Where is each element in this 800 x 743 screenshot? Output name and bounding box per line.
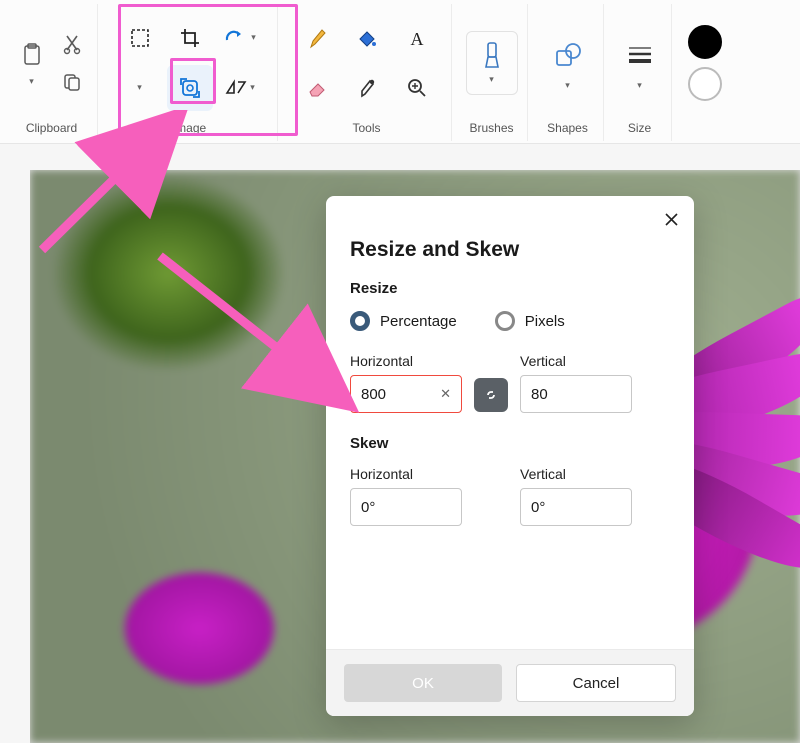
cancel-button[interactable]: Cancel — [516, 664, 676, 702]
group-size: ▾ Size — [608, 4, 672, 141]
radio-label: Pixels — [525, 313, 565, 330]
shapes-button[interactable] — [548, 35, 588, 75]
aspect-lock-button[interactable] — [474, 378, 508, 412]
skew-section-label: Skew — [350, 435, 670, 452]
group-image: ▾ ▾ ▾ Image — [102, 4, 278, 141]
text-tool[interactable]: A — [394, 15, 440, 61]
input-value: 0° — [361, 499, 375, 516]
button-label: OK — [412, 675, 434, 692]
rotate-button[interactable]: ▾ — [217, 15, 263, 61]
chevron-down-icon[interactable]: ▾ — [29, 77, 34, 86]
resize-horizontal-input[interactable]: 800 ✕ — [350, 375, 462, 413]
group-label: Tools — [352, 121, 380, 135]
select-button[interactable] — [117, 15, 163, 61]
input-value: 800 — [361, 386, 386, 403]
svg-text:A: A — [410, 29, 423, 48]
group-label: Image — [173, 121, 206, 135]
group-label: Size — [628, 121, 651, 135]
resize-button[interactable] — [167, 65, 213, 111]
eraser-tool[interactable] — [294, 65, 340, 111]
ok-button[interactable]: OK — [344, 664, 502, 702]
skew-vertical-input[interactable]: 0° — [520, 488, 632, 526]
radio-pixels[interactable]: Pixels — [495, 311, 565, 331]
resize-skew-dialog: Resize and Skew Resize Percentage Pixels… — [326, 196, 694, 716]
flip-button[interactable]: ▾ — [217, 65, 263, 111]
button-label: Cancel — [573, 675, 620, 692]
group-shapes: ▾ Shapes — [532, 4, 604, 141]
group-tools: A Tools — [282, 4, 452, 141]
size-button[interactable] — [620, 35, 660, 75]
group-clipboard: ▾ Clipboard — [6, 4, 98, 141]
copy-button[interactable] — [56, 66, 88, 98]
input-value: 80 — [531, 386, 548, 403]
ribbon-toolbar: ▾ Clipboard — [0, 0, 800, 144]
group-label: Clipboard — [26, 121, 77, 135]
magnifier-tool[interactable] — [394, 65, 440, 111]
horizontal-label: Horizontal — [350, 466, 462, 482]
crop-button[interactable] — [167, 15, 213, 61]
group-label: Shapes — [547, 121, 588, 135]
color-picker-tool[interactable] — [344, 65, 390, 111]
radio-indicator-icon — [350, 311, 370, 331]
dialog-footer: OK Cancel — [326, 649, 694, 716]
horizontal-label: Horizontal — [350, 353, 462, 369]
chevron-down-icon[interactable]: ▾ — [637, 81, 642, 90]
group-label — [703, 121, 706, 135]
group-label: Brushes — [469, 121, 513, 135]
radio-label: Percentage — [380, 313, 457, 330]
skew-horizontal-input[interactable]: 0° — [350, 488, 462, 526]
select-chevron[interactable]: ▾ — [117, 65, 163, 111]
chevron-down-icon[interactable]: ▾ — [565, 81, 570, 90]
resize-vertical-input[interactable]: 80 — [520, 375, 632, 413]
fill-tool[interactable] — [344, 15, 390, 61]
close-button[interactable] — [656, 204, 686, 234]
paste-button[interactable] — [16, 39, 48, 71]
unit-radio-group: Percentage Pixels — [350, 311, 670, 331]
dialog-title: Resize and Skew — [350, 238, 670, 262]
clear-input-icon[interactable]: ✕ — [440, 386, 451, 402]
group-colors — [676, 4, 734, 141]
radio-indicator-icon — [495, 311, 515, 331]
group-brushes: ▾ Brushes — [456, 4, 528, 141]
vertical-label: Vertical — [520, 353, 632, 369]
color2-swatch[interactable] — [688, 67, 722, 101]
brushes-button[interactable]: ▾ — [466, 31, 518, 95]
input-value: 0° — [531, 499, 545, 516]
pencil-tool[interactable] — [294, 15, 340, 61]
vertical-label: Vertical — [520, 466, 632, 482]
color1-swatch[interactable] — [688, 25, 722, 59]
resize-section-label: Resize — [350, 280, 670, 297]
radio-percentage[interactable]: Percentage — [350, 311, 457, 331]
cut-button[interactable] — [56, 28, 88, 60]
